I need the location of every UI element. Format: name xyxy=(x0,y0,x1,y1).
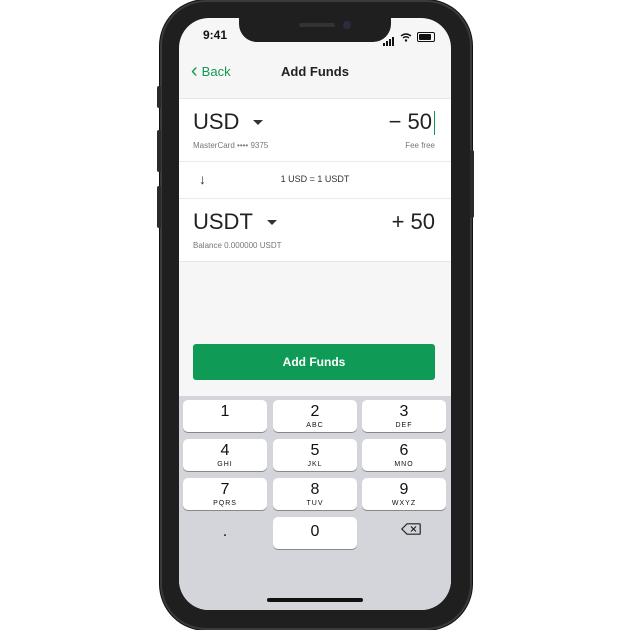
key-9[interactable]: 9 WXYZ xyxy=(362,478,446,510)
key-2[interactable]: 2 ABC xyxy=(273,400,357,432)
caret-down-icon xyxy=(266,219,277,225)
key-6[interactable]: 6 MNO xyxy=(362,439,446,471)
to-amount-value: + 50 xyxy=(391,209,435,234)
rate-row: ↓ 1 USD = 1 USDT xyxy=(179,162,451,199)
caret-down-icon xyxy=(253,119,264,125)
status-time: 9:41 xyxy=(203,28,228,42)
mute-switch xyxy=(157,86,161,108)
page-title: Add Funds xyxy=(281,64,349,79)
signal-icon xyxy=(383,28,395,46)
exchange-card: USD − 50 MasterCard •••• 9375 Fee free ↓… xyxy=(179,98,451,262)
battery-icon xyxy=(417,32,435,42)
key-1[interactable]: 1 xyxy=(183,400,267,432)
home-indicator[interactable] xyxy=(267,598,363,602)
to-currency-label: USDT xyxy=(193,209,253,234)
from-currency-selector[interactable]: USD xyxy=(193,109,264,135)
navigation-bar: ‹ Back Add Funds xyxy=(179,52,451,96)
from-currency-label: USD xyxy=(193,109,240,134)
key-3[interactable]: 3 DEF xyxy=(362,400,446,432)
status-bar: 9:41 xyxy=(179,18,451,52)
key-8[interactable]: 8 TUV xyxy=(273,478,357,510)
key-5[interactable]: 5 JKL xyxy=(273,439,357,471)
backspace-icon xyxy=(401,523,421,535)
add-funds-button[interactable]: Add Funds xyxy=(193,344,435,380)
from-amount-value: − 50 xyxy=(388,109,432,134)
payment-source: MasterCard •••• 9375 xyxy=(193,141,269,150)
exchange-rate: 1 USD = 1 USDT xyxy=(280,174,350,184)
from-amount-input[interactable]: − 50 xyxy=(388,109,435,136)
from-row: USD − 50 MasterCard •••• 9375 Fee free xyxy=(179,99,451,162)
volume-down-button xyxy=(157,186,161,228)
to-row: USDT + 50 Balance 0.000000 USDT xyxy=(179,199,451,261)
key-7[interactable]: 7 PQRS xyxy=(183,478,267,510)
wifi-icon xyxy=(400,32,412,42)
numeric-keypad: 1 2 ABC 3 DEF 4 GHI 5 JKL 6 MNO 7 PQRS 8 xyxy=(179,396,451,610)
fee-note: Fee free xyxy=(405,141,435,150)
key-decimal[interactable]: . xyxy=(183,517,267,549)
to-currency-selector[interactable]: USDT xyxy=(193,209,277,235)
app-screen: 9:41 ‹ Back Add Funds USD − 50 MasterCar… xyxy=(179,18,451,610)
text-cursor xyxy=(434,111,435,136)
status-icons xyxy=(383,28,435,46)
to-balance: Balance 0.000000 USDT xyxy=(193,241,282,250)
key-0[interactable]: 0 xyxy=(273,517,357,549)
volume-up-button xyxy=(157,130,161,172)
power-button xyxy=(470,150,474,218)
key-4[interactable]: 4 GHI xyxy=(183,439,267,471)
